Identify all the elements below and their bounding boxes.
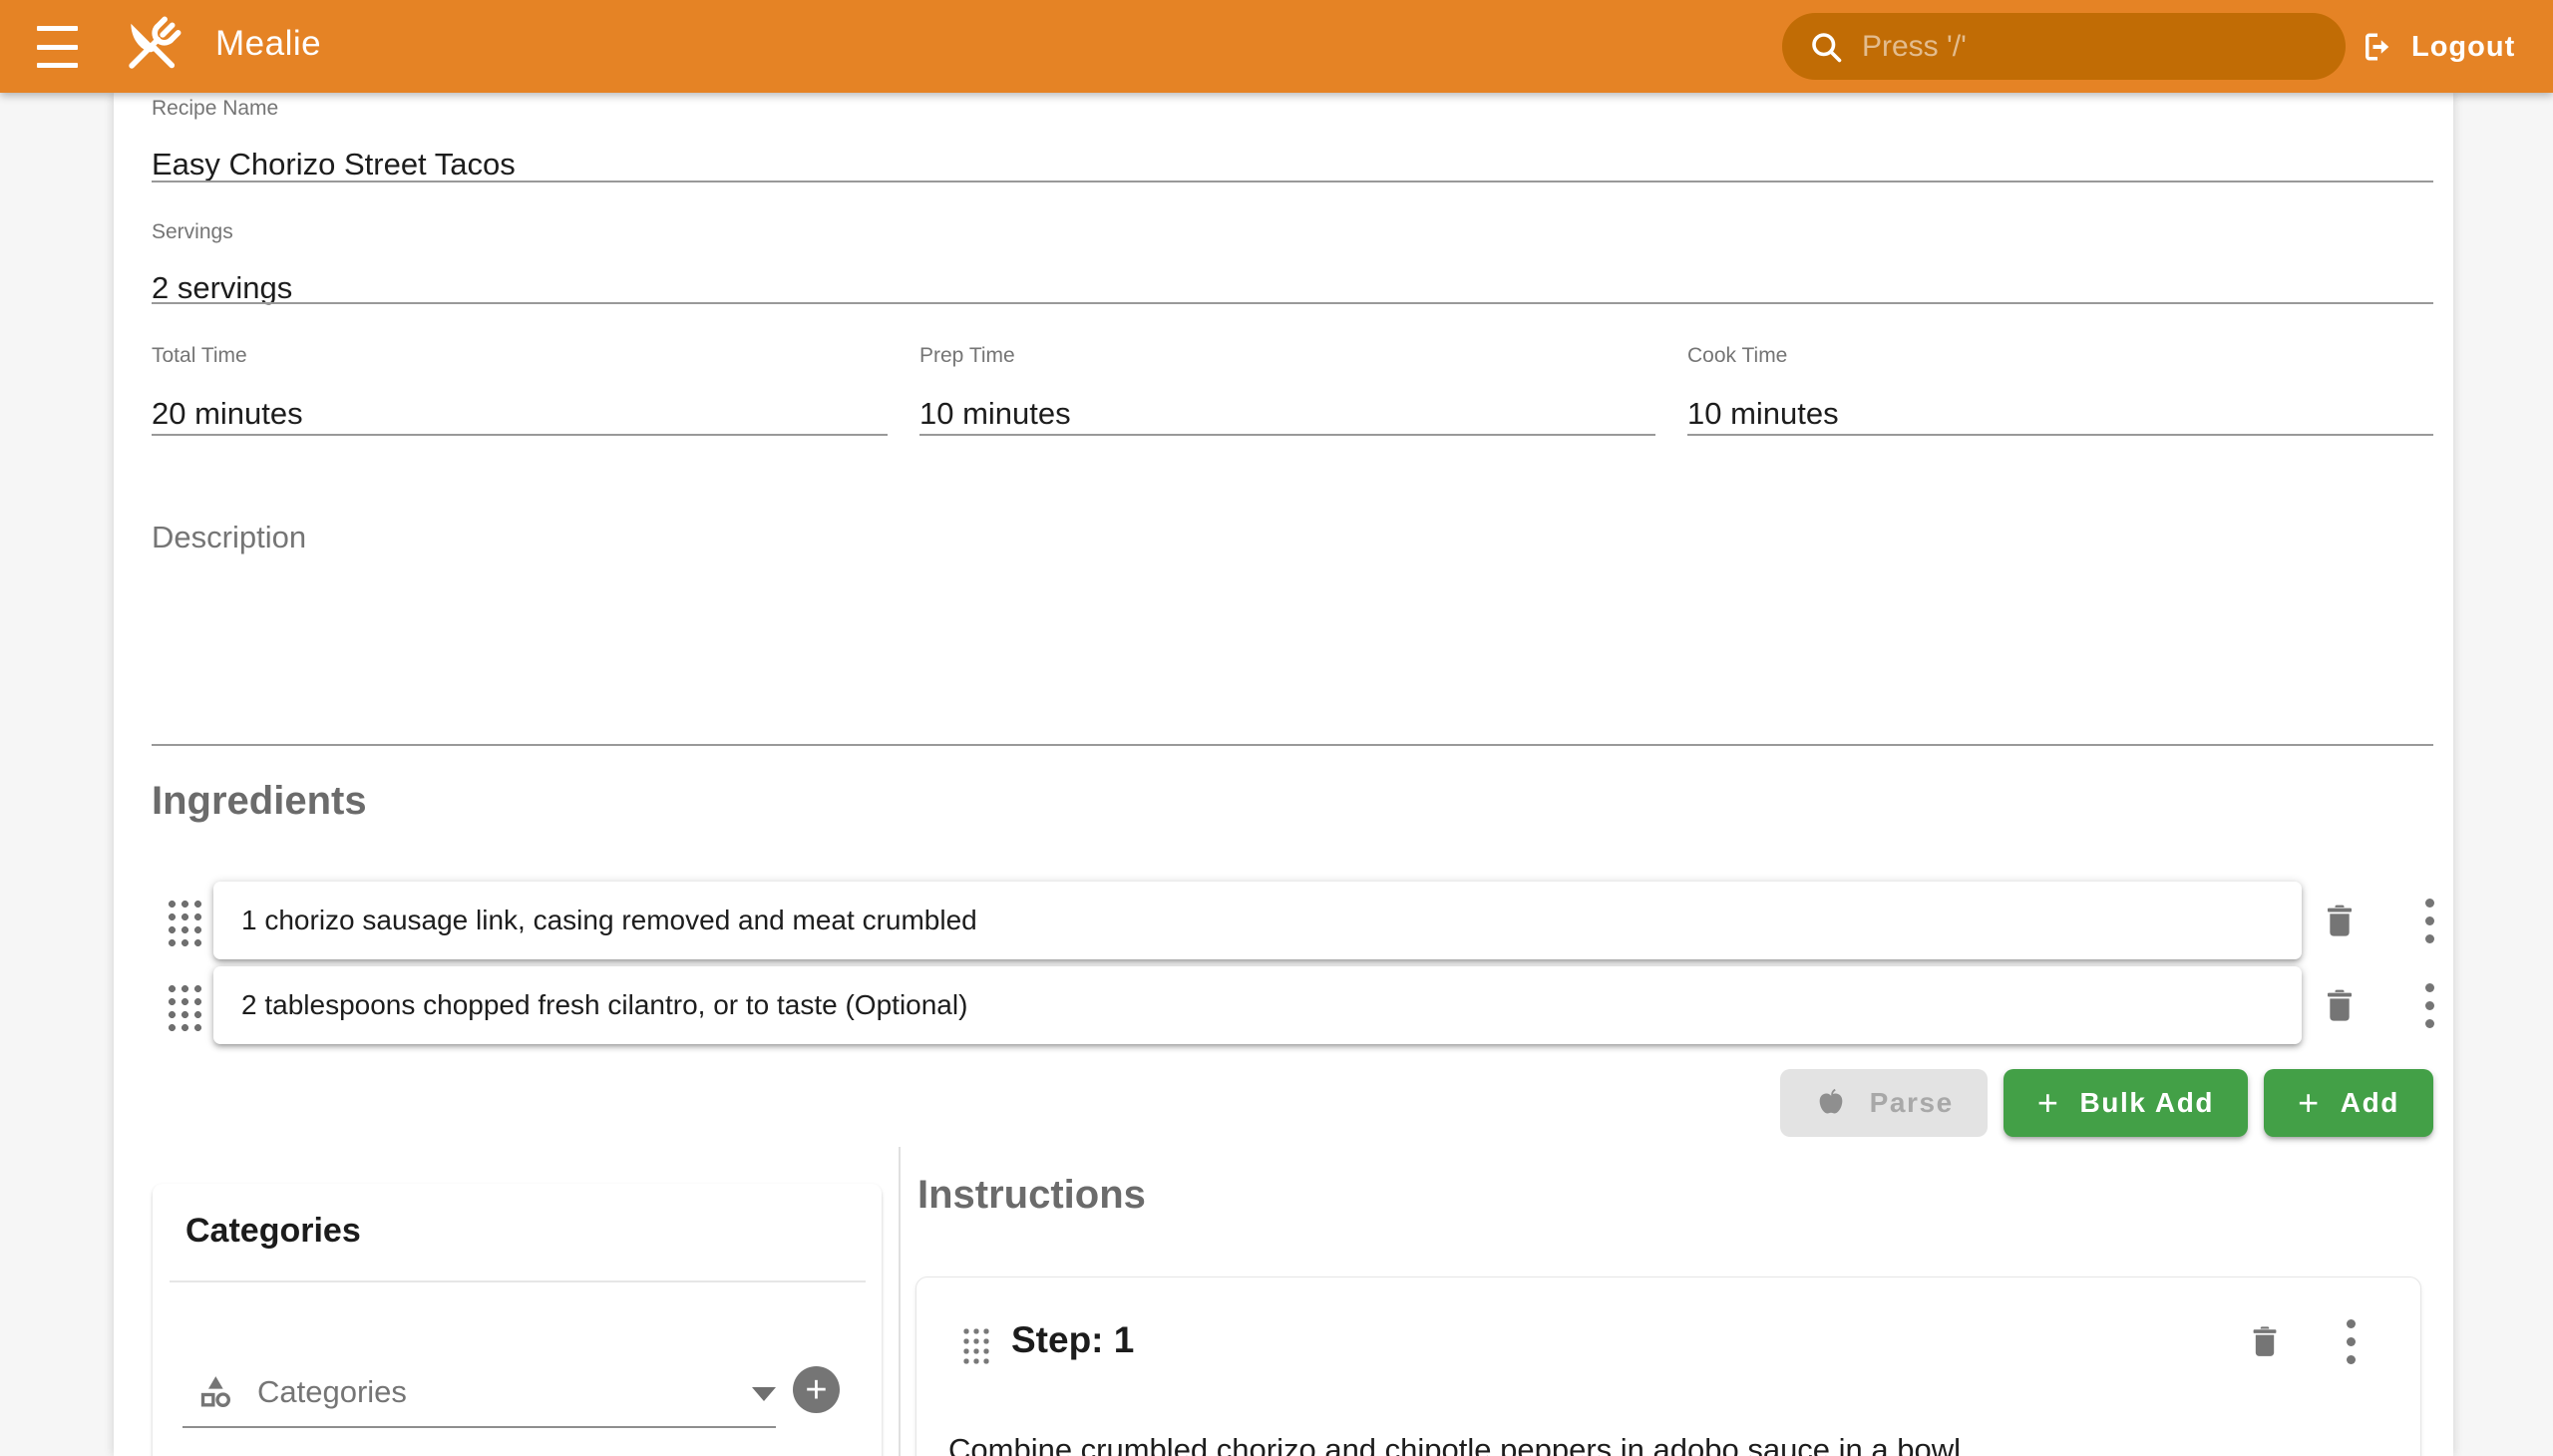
- recipe-editor-card: Recipe Name Servings Total Time Prep Tim…: [114, 93, 2453, 1456]
- ingredient-input[interactable]: [241, 905, 2274, 936]
- instructions-heading: Instructions: [917, 1173, 1146, 1218]
- trash-icon: [2320, 985, 2360, 1025]
- search-icon: [1808, 29, 1844, 65]
- trash-icon: [2246, 1322, 2284, 1360]
- search-input[interactable]: [1862, 30, 2320, 64]
- logout-button[interactable]: Logout: [2360, 18, 2515, 76]
- prep-time-input[interactable]: [919, 396, 1655, 432]
- select-underline: [182, 1426, 776, 1428]
- app-title: Mealie: [215, 24, 321, 64]
- prep-time-label: Prep Time: [919, 344, 1655, 368]
- divider: [170, 1280, 866, 1282]
- prep-time-field: Prep Time: [919, 344, 1655, 432]
- delete-ingredient-button[interactable]: [2314, 966, 2366, 1044]
- ingredient-menu-button[interactable]: [2403, 966, 2455, 1044]
- field-underline: [152, 434, 888, 436]
- mealie-logo-icon[interactable]: [116, 10, 187, 82]
- drag-handle-icon[interactable]: [164, 896, 201, 946]
- servings-input[interactable]: [152, 270, 2433, 306]
- kebab-icon: [2425, 983, 2434, 1028]
- add-category-button[interactable]: [793, 1366, 840, 1413]
- parse-button[interactable]: Parse: [1780, 1069, 1988, 1137]
- step-menu-button[interactable]: [2325, 1311, 2376, 1371]
- ingredient-row: [152, 966, 2433, 1044]
- description-label: Description: [152, 520, 2433, 555]
- cook-time-input[interactable]: [1687, 396, 2433, 432]
- add-label: Add: [2341, 1087, 2399, 1119]
- chevron-down-icon: [752, 1387, 776, 1401]
- categories-title: Categories: [185, 1212, 361, 1251]
- drag-handle-icon[interactable]: [164, 980, 201, 1031]
- app-bar: Mealie Logout: [0, 0, 2553, 93]
- apple-icon: [1814, 1086, 1848, 1120]
- field-underline: [152, 181, 2433, 182]
- parse-label: Parse: [1870, 1087, 1954, 1119]
- recipe-name-field: Recipe Name: [152, 97, 2433, 182]
- kebab-icon: [2425, 899, 2434, 943]
- field-underline: [152, 744, 2433, 746]
- add-ingredient-button[interactable]: Add: [2264, 1069, 2433, 1137]
- instruction-step-card: Step: 1 Combine crumbled chorizo and chi…: [915, 1276, 2421, 1456]
- bulk-add-label: Bulk Add: [2079, 1087, 2214, 1119]
- total-time-field: Total Time: [152, 344, 888, 432]
- logout-icon: [2360, 29, 2395, 65]
- ingredient-card: [213, 882, 2302, 959]
- ingredient-input[interactable]: [241, 989, 2274, 1021]
- field-underline: [152, 302, 2433, 304]
- servings-label: Servings: [152, 220, 2433, 244]
- drag-handle-icon[interactable]: [960, 1325, 990, 1366]
- ingredient-card: [213, 966, 2302, 1044]
- field-underline: [1687, 434, 2433, 436]
- servings-field: Servings: [152, 220, 2433, 306]
- categories-card: Categories Categories: [153, 1184, 882, 1456]
- cook-time-field: Cook Time: [1687, 344, 2433, 432]
- menu-button[interactable]: [37, 24, 97, 70]
- search-bar[interactable]: [1782, 13, 2346, 80]
- hamburger-icon: [37, 26, 78, 31]
- cook-time-label: Cook Time: [1687, 344, 2433, 368]
- plus-icon: [2037, 1085, 2080, 1122]
- step-text[interactable]: Combine crumbled chorizo and chipotle pe…: [948, 1427, 2390, 1456]
- ingredients-heading: Ingredients: [152, 779, 367, 824]
- trash-icon: [2320, 901, 2360, 940]
- description-field[interactable]: Description: [152, 520, 2433, 749]
- plus-icon: [2298, 1085, 2341, 1122]
- total-time-label: Total Time: [152, 344, 888, 368]
- ingredient-actions: Parse Bulk Add Add: [1780, 1069, 2433, 1137]
- total-time-input[interactable]: [152, 396, 888, 432]
- ingredient-row: [152, 882, 2433, 959]
- recipe-name-label: Recipe Name: [152, 97, 2433, 121]
- field-underline: [919, 434, 1655, 436]
- kebab-icon: [2347, 1319, 2356, 1364]
- delete-step-button[interactable]: [2239, 1311, 2291, 1371]
- delete-ingredient-button[interactable]: [2314, 882, 2366, 959]
- logout-label: Logout: [2411, 31, 2515, 64]
- categories-select[interactable]: Categories: [182, 1361, 776, 1423]
- shapes-icon: [195, 1372, 235, 1412]
- recipe-name-input[interactable]: [152, 147, 2433, 182]
- app-window: Mealie Logout Recipe Name Servings: [0, 0, 2553, 1456]
- bulk-add-button[interactable]: Bulk Add: [2004, 1069, 2248, 1137]
- categories-select-label: Categories: [257, 1374, 407, 1410]
- step-title: Step: 1: [1011, 1319, 1134, 1361]
- column-divider: [899, 1147, 901, 1456]
- ingredient-menu-button[interactable]: [2403, 882, 2455, 959]
